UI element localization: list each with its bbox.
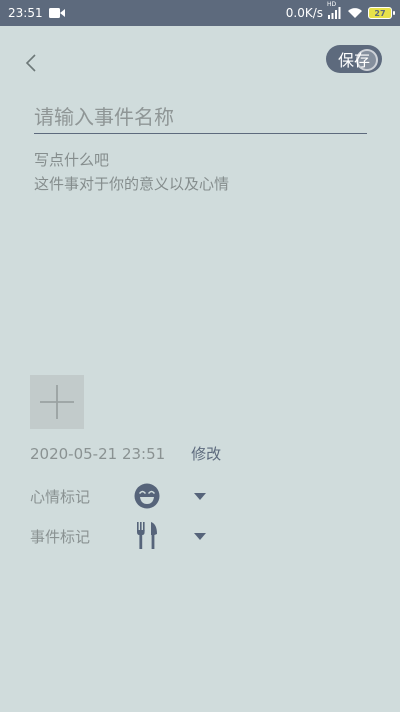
- save-label: 保存: [337, 51, 370, 70]
- video-icon: [48, 8, 65, 18]
- status-bar: 23:51 0.0K/s HD 27: [0, 0, 400, 26]
- event-title-placeholder: 请输入事件名称: [34, 105, 174, 129]
- net-speed: 0.0K/s: [285, 6, 323, 20]
- battery-level: 27: [374, 8, 386, 18]
- mood-mark-label: 心情标记: [30, 487, 91, 506]
- event-mark-row[interactable]: 事件标记: [30, 522, 206, 550]
- event-dropdown-arrow[interactable]: [194, 532, 206, 540]
- mood-mark-row[interactable]: 心情标记: [30, 482, 206, 510]
- description-placeholder-line2: 这件事对于你的意义以及心情: [34, 175, 230, 193]
- battery-icon: 27: [368, 7, 395, 19]
- caret-down-icon: [194, 492, 206, 500]
- save-button[interactable]: 保存: [326, 45, 382, 73]
- signal-hd-label: HD: [327, 1, 337, 8]
- plus-icon: [40, 385, 74, 419]
- fork-knife-icon[interactable]: [133, 522, 161, 550]
- event-mark-label: 事件标记: [30, 527, 91, 546]
- edit-date-button[interactable]: 修改: [191, 443, 221, 464]
- status-time: 23:51: [8, 6, 43, 20]
- event-title-input[interactable]: 请输入事件名称: [34, 98, 367, 134]
- signal-icon: HD: [327, 1, 342, 19]
- laughing-face-icon[interactable]: [133, 482, 161, 510]
- wifi-icon: [347, 7, 363, 19]
- mood-dropdown-arrow[interactable]: [194, 492, 206, 500]
- description-placeholder-line1: 写点什么吧: [34, 151, 110, 169]
- date-row: 2020-05-21 23:51 修改: [30, 443, 221, 464]
- add-photo-button[interactable]: [30, 375, 84, 429]
- caret-down-icon: [194, 532, 206, 540]
- back-button[interactable]: [20, 50, 42, 76]
- event-description-input[interactable]: 写点什么吧 这件事对于你的意义以及心情: [34, 148, 367, 196]
- event-date: 2020-05-21 23:51: [30, 444, 166, 463]
- chevron-left-icon: [25, 54, 36, 72]
